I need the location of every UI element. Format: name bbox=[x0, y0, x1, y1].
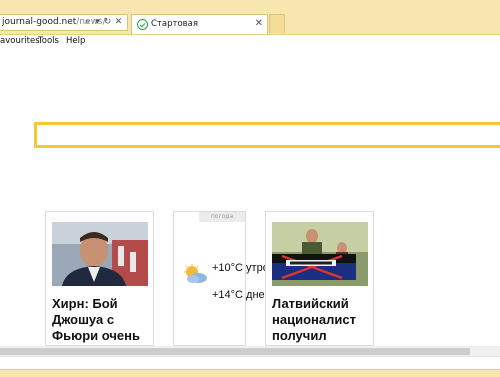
menu-help[interactable]: Help bbox=[66, 36, 85, 46]
browser-toolbar: journal-good.net/news/ ⌕ ▾ ↻ ✕ Стартовая… bbox=[0, 0, 500, 35]
status-bar bbox=[0, 356, 500, 377]
menu-bar: avourites Tools Help bbox=[0, 35, 500, 49]
temp-day: +14°C днем bbox=[212, 289, 273, 301]
new-tab-button[interactable] bbox=[269, 14, 285, 33]
search-input[interactable] bbox=[34, 122, 500, 148]
taskbar-strip bbox=[0, 369, 500, 377]
news-card[interactable]: Латвийский националист получил гражданст… bbox=[265, 211, 374, 346]
menu-tools[interactable]: Tools bbox=[38, 36, 59, 46]
news-photo bbox=[272, 222, 368, 286]
scrollbar-thumb[interactable] bbox=[0, 348, 470, 355]
menu-favourites[interactable]: avourites bbox=[0, 36, 40, 46]
weather-badge: погода bbox=[199, 212, 245, 222]
news-headline[interactable]: Хирн: Бой Джошуа с Фьюри очень bbox=[52, 296, 152, 344]
news-card[interactable]: Хирн: Бой Джошуа с Фьюри очень bbox=[45, 211, 154, 346]
url-domain: journal-good.net bbox=[2, 17, 77, 27]
tab-title: Стартовая bbox=[151, 19, 198, 29]
address-bar[interactable]: journal-good.net/news/ ⌕ ▾ ↻ ✕ bbox=[0, 14, 128, 31]
partly-cloudy-icon bbox=[184, 264, 207, 283]
close-icon[interactable]: ✕ bbox=[255, 18, 263, 29]
refresh-icon[interactable]: ↻ bbox=[102, 17, 113, 28]
favicon-icon bbox=[137, 19, 148, 30]
tab-start-page[interactable]: Стартовая ✕ bbox=[131, 14, 268, 34]
news-photo bbox=[52, 222, 148, 286]
news-headline[interactable]: Латвийский националист получил гражданст… bbox=[272, 296, 372, 345]
stop-icon[interactable]: ✕ bbox=[113, 17, 124, 28]
temp-morning: +10°C утро bbox=[212, 262, 269, 274]
horizontal-scrollbar[interactable] bbox=[0, 346, 500, 356]
weather-card[interactable]: погода bbox=[173, 211, 246, 346]
